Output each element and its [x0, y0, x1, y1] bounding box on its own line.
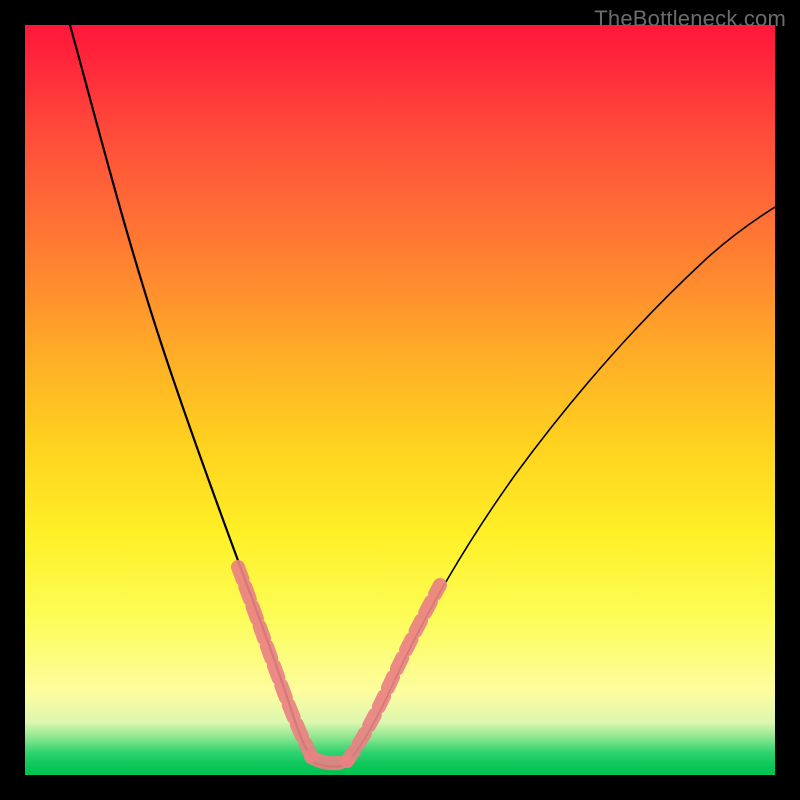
beads-left-descent [238, 567, 311, 755]
plot-area [25, 25, 775, 775]
chart-svg [25, 25, 775, 775]
curve-right-branch [345, 207, 775, 765]
chart-frame: TheBottleneck.com [0, 0, 800, 800]
beads-right-ascent [347, 585, 440, 761]
curve-left-branch [70, 25, 315, 763]
